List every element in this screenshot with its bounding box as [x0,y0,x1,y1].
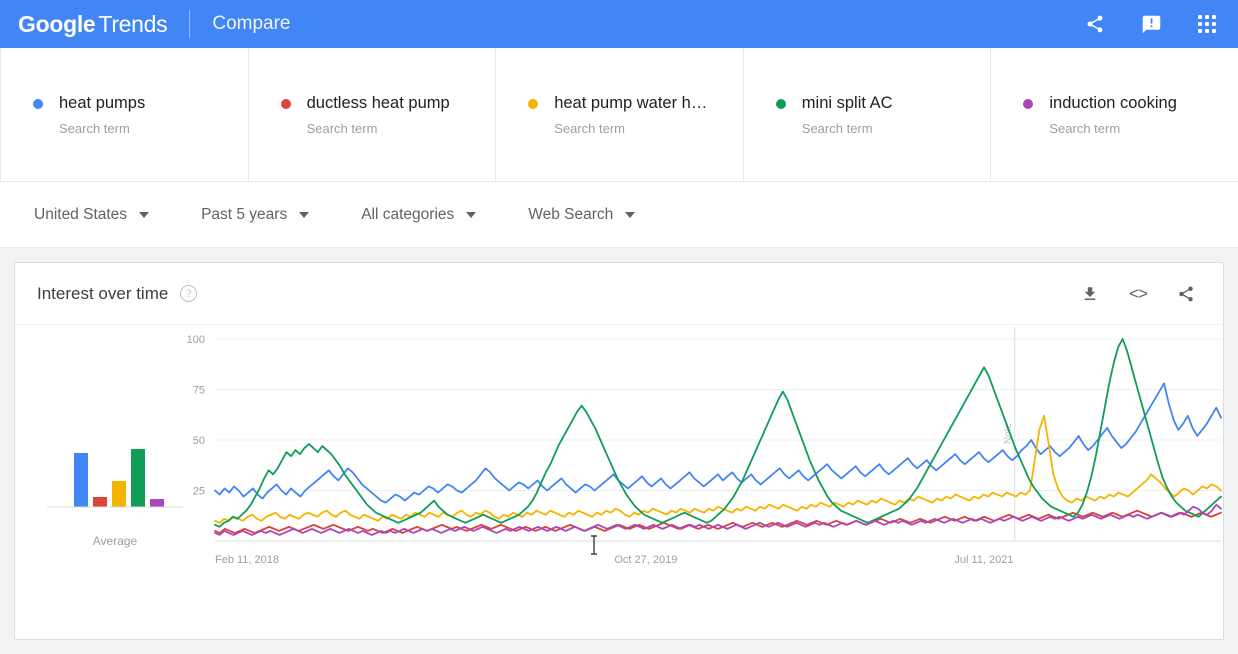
trend-lines: 25 50 75 100 Feb 11, 2018 Oct 27, 2019 Jul 11,… [187,327,1222,566]
chart-area: Average 25 50 75 100 Feb 11, 2018 Oct 27, 201… [15,325,1223,639]
google-trends-logo[interactable]: Google Trends [18,10,168,38]
interest-over-time-chart[interactable]: 25 50 75 100 Feb 11, 2018 Oct 27, 2019 Jul 11,… [173,325,1222,575]
filter-location-label: United States [34,205,128,223]
chevron-down-icon [139,211,150,218]
feedback-icon[interactable] [1138,11,1164,37]
term-color-dot-3 [775,98,786,109]
filter-search-type-label: Web Search [528,205,614,223]
term-label-3: mini split AC [801,94,893,112]
filter-category-label: All categories [361,205,455,223]
card-header: Interest over time ? <> [15,263,1223,325]
term-label-2: heat pump water h… [554,94,708,112]
trends-page: Google Trends Compare heat pumps Search … [0,0,1238,654]
svg-text:100: 100 [187,334,205,346]
chevron-down-icon [466,211,477,218]
download-icon[interactable] [1079,283,1101,305]
term-label-0: heat pumps [59,94,146,112]
filter-time-range[interactable]: Past 5 years [201,205,310,224]
filter-category[interactable]: All categories [361,205,477,224]
card-title: Interest over time [37,283,169,303]
average-bars [47,449,183,508]
term-card-4[interactable]: induction cooking Search term [991,48,1238,181]
average-label: Average [92,534,138,548]
svg-text:75: 75 [193,385,205,397]
filter-location[interactable]: United States [34,205,150,224]
share-icon[interactable] [1175,283,1197,305]
card-toolbar: <> [1079,283,1197,305]
compare-terms-row: heat pumps Search term ductless heat pum… [0,48,1238,182]
term-card-3[interactable]: mini split AC Search term [744,48,992,181]
chevron-down-icon [625,211,636,218]
term-color-dot-2 [528,98,539,109]
embed-glyph: <> [1129,283,1148,303]
term-label-1: ductless heat pump [306,94,450,112]
header-divider [189,10,191,38]
term-card-2[interactable]: heat pump water h… Search term [496,48,744,181]
term-color-dot-0 [33,98,43,109]
logo-google-text: Google [18,10,96,37]
filter-search-type[interactable]: Web Search [528,205,636,224]
chevron-down-icon [299,211,310,218]
help-icon[interactable]: ? [180,285,198,302]
svg-text:Feb 11, 2018: Feb 11, 2018 [215,554,279,566]
logo-trends-text: Trends [98,10,168,37]
average-chart: Average [45,433,185,548]
apps-grid-icon[interactable] [1194,11,1220,37]
filter-bar: United States Past 5 years All categorie… [0,182,1238,248]
header-actions [1082,11,1220,37]
term-subtitle-2: Search term [554,121,625,136]
svg-text:Oct 27, 2019: Oct 27, 2019 [614,554,677,566]
term-color-dot-4 [1023,98,1034,109]
interest-over-time-card: Interest over time ? <> Average 25 50 75… [14,262,1224,640]
svg-text:Jul 11, 2021: Jul 11, 2021 [954,554,1013,566]
embed-icon[interactable]: <> [1127,283,1149,305]
term-color-dot-1 [280,98,291,109]
app-header: Google Trends Compare [0,0,1238,48]
term-card-1[interactable]: ductless heat pump Search term [249,48,497,181]
filter-time-range-label: Past 5 years [201,205,288,223]
page-title: Compare [212,13,291,34]
term-subtitle-1: Search term [306,121,378,136]
term-card-0[interactable]: heat pumps Search term [0,48,249,181]
svg-text:25: 25 [193,486,205,498]
term-subtitle-3: Search term [801,121,873,136]
share-icon[interactable] [1082,11,1108,37]
page-body: Interest over time ? <> Average 25 50 75… [0,248,1238,654]
term-subtitle-0: Search term [59,121,130,136]
text-cursor [588,535,600,560]
term-label-4: induction cooking [1049,94,1177,112]
svg-text:50: 50 [193,435,205,447]
term-subtitle-4: Search term [1049,121,1121,136]
